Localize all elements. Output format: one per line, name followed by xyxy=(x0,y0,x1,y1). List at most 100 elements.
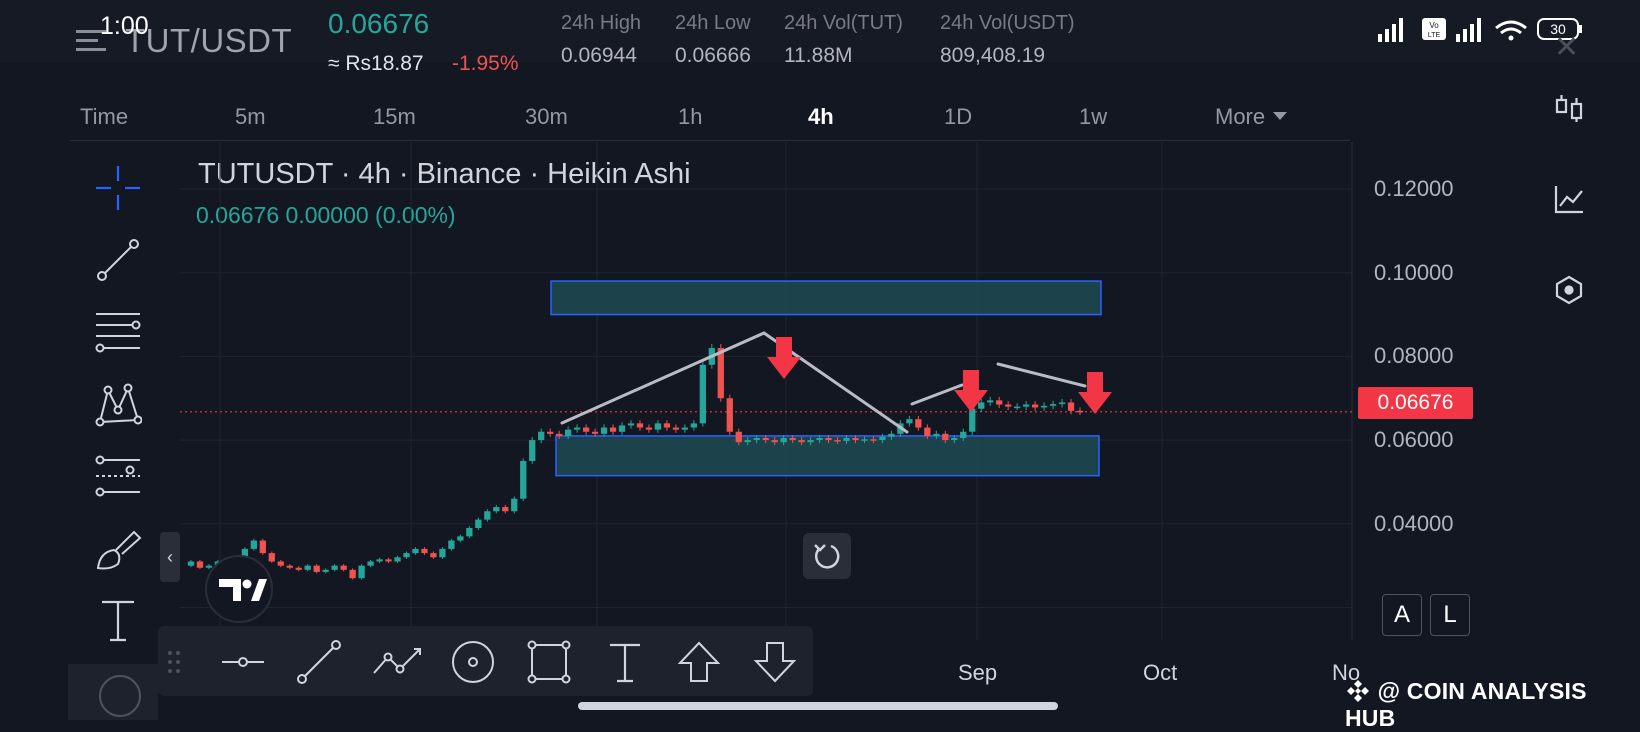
time-axis-label: Sep xyxy=(958,660,998,685)
collapse-toolbar-button[interactable]: ‹ xyxy=(160,532,180,582)
candle-body xyxy=(573,427,581,430)
candle-body xyxy=(358,565,365,579)
text-tool-icon[interactable] xyxy=(602,639,648,685)
candle-body xyxy=(430,553,437,558)
candle-body xyxy=(879,436,886,441)
candle-body xyxy=(502,507,509,512)
reset-chart-button[interactable] xyxy=(803,533,851,579)
candle-body xyxy=(852,438,859,441)
candle-body xyxy=(295,567,302,570)
candle-body xyxy=(1040,405,1048,408)
candle-body xyxy=(960,431,967,439)
trend-line-drawing xyxy=(910,383,964,406)
candle-body xyxy=(376,559,383,562)
candle-body xyxy=(1022,404,1030,407)
candle-body xyxy=(726,398,733,432)
candle-body xyxy=(196,561,204,568)
watermark: @ COIN ANALYSIS HUB xyxy=(1345,678,1640,732)
candle-body xyxy=(690,423,698,428)
candle-body xyxy=(636,423,644,428)
candle-body xyxy=(753,438,760,441)
current-price-tag: 0.06676 xyxy=(1358,387,1473,419)
candle-body xyxy=(286,565,293,568)
candle-body xyxy=(259,540,266,554)
candle-body xyxy=(421,548,428,554)
drag-handle-icon[interactable] xyxy=(164,639,186,685)
candle-body xyxy=(717,348,724,399)
candle-body xyxy=(367,561,374,566)
candle-body xyxy=(807,440,814,443)
candle-body xyxy=(439,548,446,558)
watermark-text: @ COIN ANALYSIS HUB xyxy=(1345,678,1587,731)
tradingview-logo xyxy=(205,555,273,623)
candle-body xyxy=(771,440,778,443)
price-axis-label: 0.10000 xyxy=(1374,259,1454,285)
drawings-layer xyxy=(560,331,1112,434)
candle-body xyxy=(187,561,195,566)
candle-body xyxy=(529,440,536,462)
candle-body xyxy=(466,527,473,537)
down-arrow-drawing xyxy=(1078,372,1112,414)
auto-scale-button[interactable]: A xyxy=(1382,594,1422,636)
candle-body xyxy=(870,439,877,441)
candle-body xyxy=(331,565,338,570)
candle-body xyxy=(313,565,320,572)
candle-body xyxy=(1076,410,1084,413)
binance-logo-icon xyxy=(1347,680,1369,702)
circle-tool-icon[interactable] xyxy=(450,639,496,685)
price-axis-label: 0.06000 xyxy=(1374,427,1454,453)
candle-body xyxy=(1049,404,1057,406)
candle-body xyxy=(933,433,940,436)
candle-body xyxy=(304,565,311,570)
candle-body xyxy=(735,431,742,443)
candle-body xyxy=(906,419,913,424)
refresh-icon xyxy=(814,544,840,569)
candle-body xyxy=(969,408,976,432)
candle-body xyxy=(591,431,599,434)
candle-body xyxy=(816,438,823,441)
candle-body xyxy=(394,557,401,562)
price-axis-label: 0.12000 xyxy=(1374,176,1454,201)
drawing-toolbar xyxy=(158,626,813,696)
home-indicator[interactable] xyxy=(578,702,1058,710)
candle-body xyxy=(277,561,284,566)
more-tools-stub[interactable] xyxy=(68,664,158,720)
candle-body xyxy=(538,431,545,441)
candle-body xyxy=(1031,404,1039,408)
log-scale-button[interactable]: L xyxy=(1430,594,1470,636)
candle-body xyxy=(1058,402,1066,405)
candle-body xyxy=(654,423,662,430)
candle-body xyxy=(511,498,518,512)
more-options-icon xyxy=(99,675,141,717)
candle-body xyxy=(484,511,491,520)
price-axis-label: 0.08000 xyxy=(1374,343,1454,369)
trend-line-drawing xyxy=(560,331,909,434)
candle-body xyxy=(520,461,527,499)
candle-body xyxy=(834,440,841,442)
candle-body xyxy=(915,419,922,428)
candle-body xyxy=(699,364,706,424)
candle-body xyxy=(942,433,949,441)
resistance-zone xyxy=(550,280,1102,316)
candle-body xyxy=(448,540,455,549)
support-zone xyxy=(555,435,1100,477)
candle-body xyxy=(564,429,572,436)
candle-body xyxy=(1013,406,1021,409)
candle-body xyxy=(385,559,392,562)
candle-body xyxy=(250,540,257,549)
arrow-up-icon[interactable] xyxy=(676,639,722,685)
horizontal-ray-icon[interactable] xyxy=(220,639,266,685)
path-icon[interactable] xyxy=(370,639,426,685)
candle-body xyxy=(457,536,464,541)
candle-body xyxy=(861,439,868,441)
candle-body xyxy=(780,438,787,443)
time-axis-label: Oct xyxy=(1143,660,1178,685)
candle-body xyxy=(987,400,994,403)
candle-body xyxy=(547,431,554,434)
rectangle-tool-icon[interactable] xyxy=(526,639,572,685)
candle-body xyxy=(340,565,347,570)
trend-line-tool-icon[interactable] xyxy=(296,639,342,685)
arrow-down-icon[interactable] xyxy=(752,639,798,685)
candle-body xyxy=(609,427,617,432)
candle-body xyxy=(672,427,680,430)
